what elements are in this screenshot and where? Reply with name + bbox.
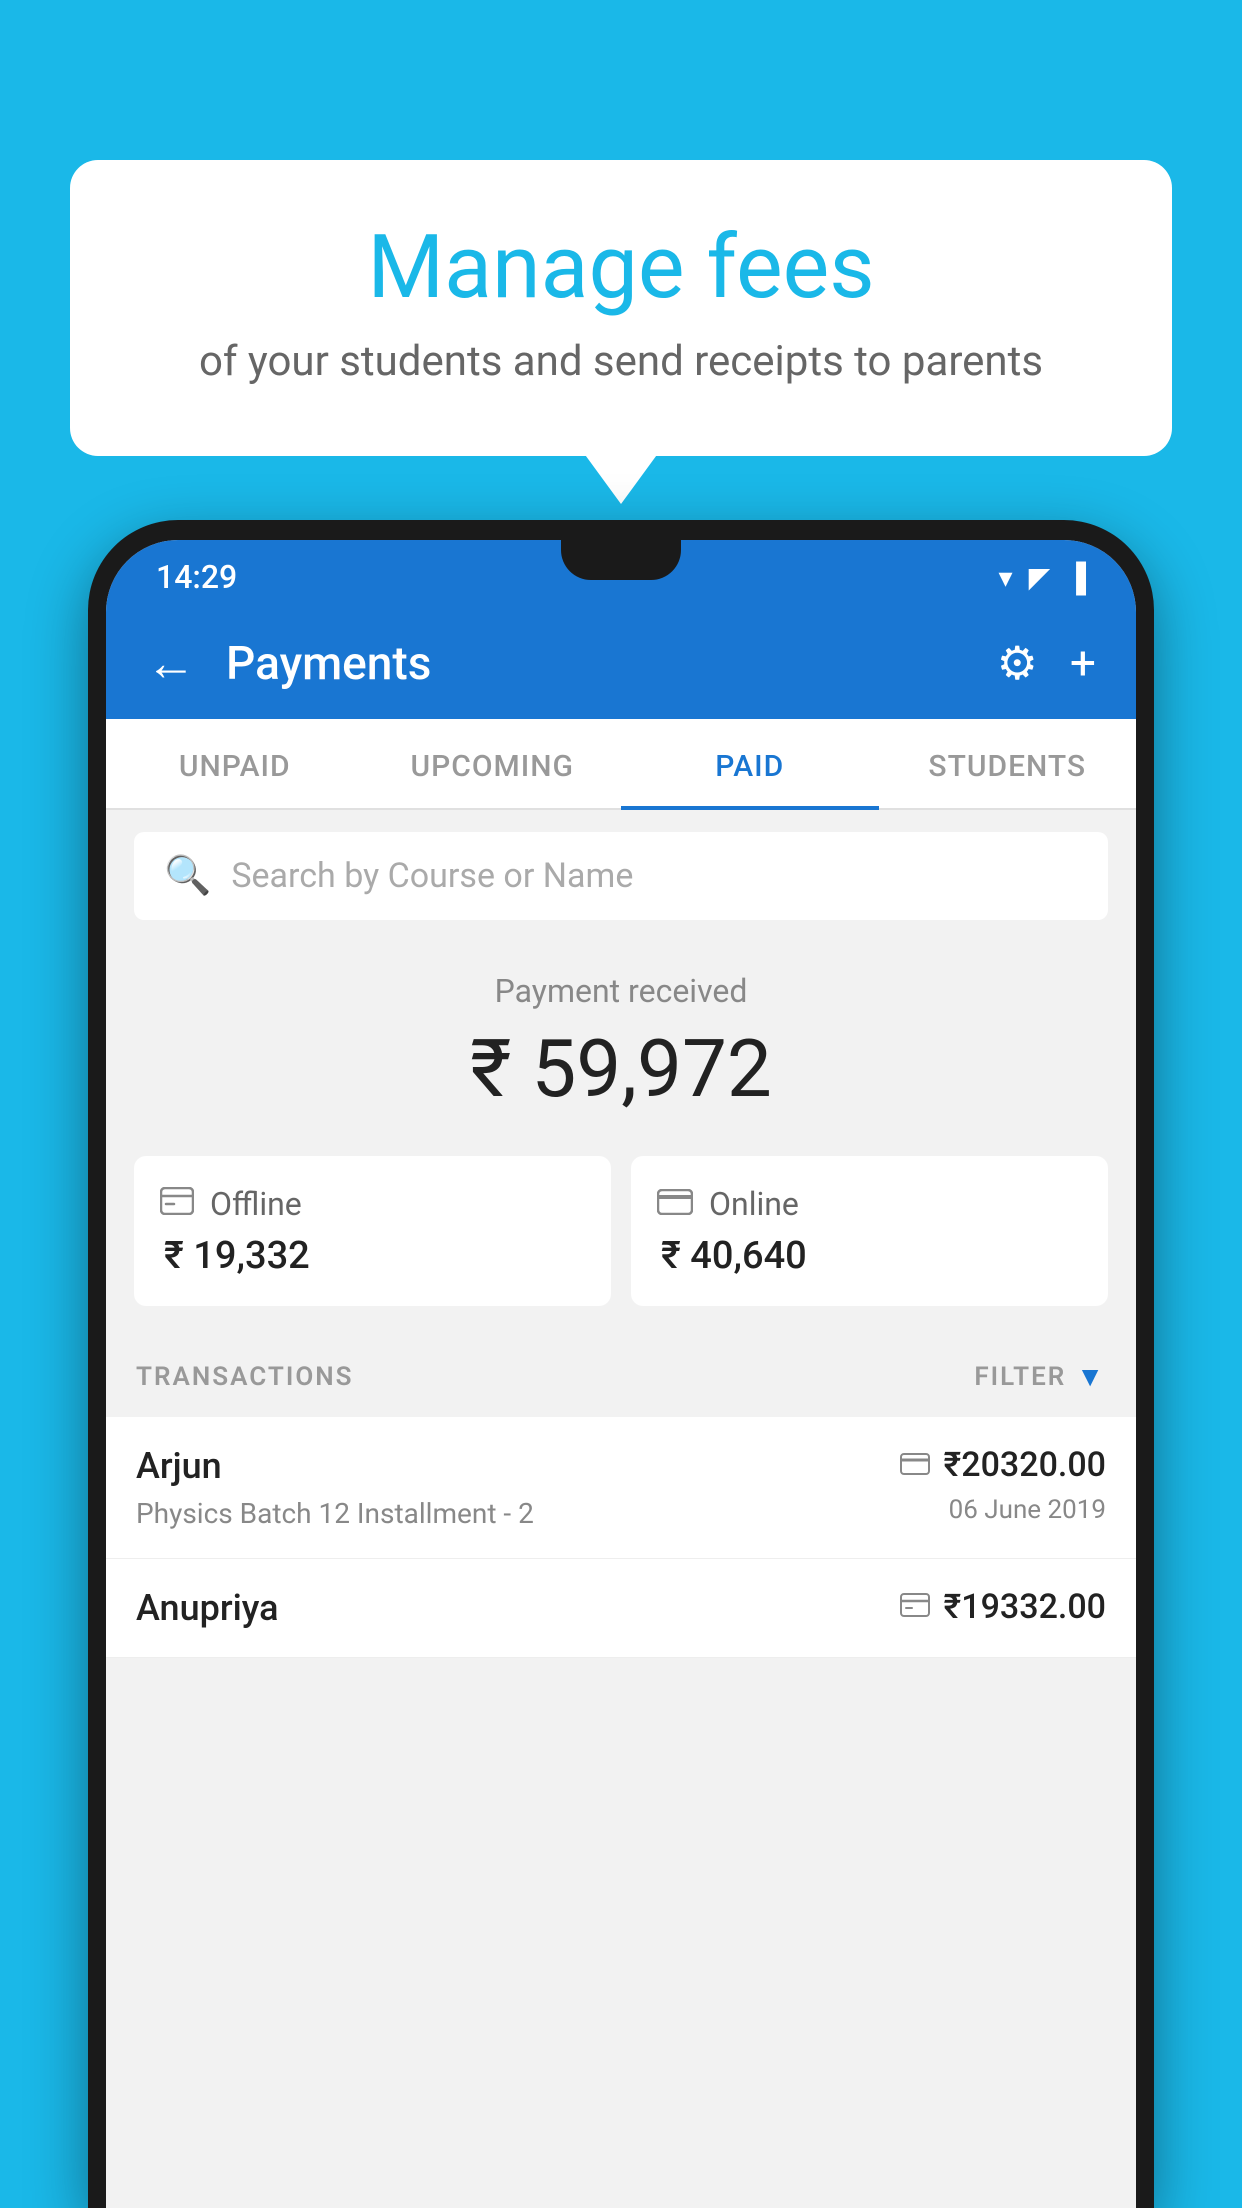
transaction-name-arjun: Arjun [136, 1445, 534, 1487]
tab-unpaid[interactable]: UNPAID [106, 719, 364, 808]
offline-card-header: Offline [160, 1184, 585, 1224]
transaction-desc-arjun: Physics Batch 12 Installment - 2 [136, 1497, 534, 1530]
speech-bubble-container: Manage fees of your students and send re… [70, 160, 1172, 456]
app-bar-actions: ⚙ + [997, 636, 1096, 691]
arjun-amount: ₹20320.00 [944, 1445, 1106, 1485]
filter-button[interactable]: FILTER ▼ [974, 1360, 1106, 1393]
offline-icon [160, 1184, 194, 1224]
online-icon [657, 1184, 693, 1224]
phone-screen: 14:29 ▾ ◤ ▐ ← Payments ⚙ + UNPAID UPCOMI… [106, 540, 1136, 2208]
filter-icon: ▼ [1076, 1360, 1106, 1393]
bubble-subtitle: of your students and send receipts to pa… [150, 337, 1092, 386]
transaction-right-arjun: ₹20320.00 06 June 2019 [900, 1445, 1106, 1525]
transaction-left-arjun: Arjun Physics Batch 12 Installment - 2 [136, 1445, 534, 1530]
wifi-icon: ▾ [999, 561, 1013, 594]
status-icons: ▾ ◤ ▐ [999, 561, 1086, 594]
transaction-row-anupriya[interactable]: Anupriya ₹19332.00 [106, 1559, 1136, 1658]
anupriya-amount-row: ₹19332.00 [900, 1587, 1106, 1627]
online-payment-card: Online ₹ 40,640 [631, 1156, 1108, 1306]
phone-frame: 14:29 ▾ ◤ ▐ ← Payments ⚙ + UNPAID UPCOMI… [88, 520, 1154, 2208]
filter-label: FILTER [974, 1362, 1066, 1392]
transactions-header: TRANSACTIONS FILTER ▼ [106, 1336, 1136, 1417]
search-icon: 🔍 [164, 854, 211, 898]
offline-type-label: Offline [210, 1185, 302, 1223]
status-time: 14:29 [156, 558, 237, 596]
speech-bubble: Manage fees of your students and send re… [70, 160, 1172, 456]
tab-students[interactable]: STUDENTS [879, 719, 1137, 808]
battery-icon: ▐ [1066, 561, 1086, 594]
tab-paid[interactable]: PAID [621, 719, 879, 808]
settings-icon[interactable]: ⚙ [997, 636, 1038, 691]
search-placeholder: Search by Course or Name [231, 856, 633, 896]
payment-total-amount: ₹ 59,972 [106, 1022, 1136, 1116]
offline-payment-card: Offline ₹ 19,332 [134, 1156, 611, 1306]
transaction-row-arjun[interactable]: Arjun Physics Batch 12 Installment - 2 ₹… [106, 1417, 1136, 1559]
anupriya-payment-icon [900, 1590, 930, 1625]
offline-amount: ₹ 19,332 [160, 1234, 585, 1278]
arjun-amount-row: ₹20320.00 [900, 1445, 1106, 1485]
online-amount: ₹ 40,640 [657, 1234, 1082, 1278]
payment-cards: Offline ₹ 19,332 Online ₹ 40,640 [106, 1156, 1136, 1336]
arjun-payment-icon [900, 1448, 930, 1483]
transaction-name-anupriya: Anupriya [136, 1587, 279, 1629]
transaction-left-anupriya: Anupriya [136, 1587, 279, 1629]
tabs: UNPAID UPCOMING PAID STUDENTS [106, 719, 1136, 810]
add-icon[interactable]: + [1070, 637, 1096, 691]
payment-received-label: Payment received [106, 972, 1136, 1010]
bubble-title: Manage fees [150, 220, 1092, 317]
phone-notch [561, 540, 681, 580]
payment-summary: Payment received ₹ 59,972 [106, 942, 1136, 1156]
back-button[interactable]: ← [146, 634, 196, 693]
arjun-date: 06 June 2019 [949, 1495, 1106, 1525]
online-card-header: Online [657, 1184, 1082, 1224]
app-bar: ← Payments ⚙ + [106, 608, 1136, 719]
search-container: 🔍 Search by Course or Name [106, 810, 1136, 942]
tab-upcoming[interactable]: UPCOMING [364, 719, 622, 808]
transaction-right-anupriya: ₹19332.00 [900, 1587, 1106, 1627]
app-bar-title: Payments [226, 637, 967, 691]
signal-icon: ◤ [1029, 561, 1051, 594]
anupriya-amount: ₹19332.00 [944, 1587, 1106, 1627]
online-type-label: Online [709, 1185, 799, 1223]
search-bar[interactable]: 🔍 Search by Course or Name [134, 832, 1108, 920]
transactions-label: TRANSACTIONS [136, 1362, 354, 1392]
